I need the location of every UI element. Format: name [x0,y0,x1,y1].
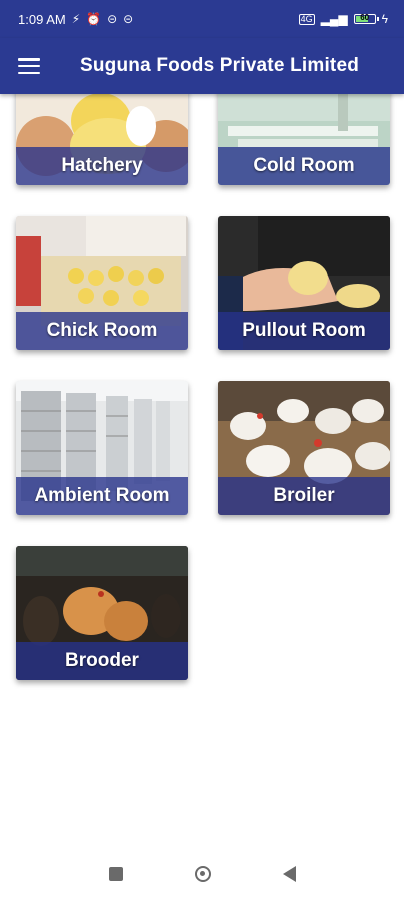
square-icon[interactable] [108,867,123,881]
room-grid: Hatchery Cold Room Chick Room Pullout Ro… [0,94,404,834]
circle-icon[interactable] [194,866,211,882]
card-broiler[interactable]: Broiler [218,381,390,515]
status-left: 1:09 AM ⚡ ⏰ ⊝ ⊝ [18,12,133,27]
battery-icon: 60 [353,13,379,24]
card-label: Broiler [218,477,390,515]
alarm-icon: ⏰ [86,12,102,26]
card-label: Chick Room [16,312,188,350]
card-label: Hatchery [16,147,188,185]
card-label: Ambient Room [16,477,188,515]
card-brooder[interactable]: Brooder [16,546,188,680]
card-label: Brooder [16,642,188,680]
data-icon: ⊝ [123,12,134,26]
status-right: 4G ▂▄▆ 60 ϟ [298,12,388,26]
status-bar: 1:09 AM ⚡ ⏰ ⊝ ⊝ 4G ▂▄▆ 60 ϟ [0,0,404,38]
data-icon: ⊝ [107,12,118,26]
signal-icon: ▂▄▆ [320,12,348,26]
charging-icon: ϟ [381,12,388,26]
card-hatchery[interactable]: Hatchery [16,94,188,185]
network-type: 4G [298,13,315,25]
app-title: Suguna Foods Private Limited [80,55,360,76]
triangle-back-icon[interactable] [282,866,296,882]
vpn-icon: ⚡ [71,12,81,26]
card-label: Cold Room [218,147,390,185]
status-time: 1:09 AM [18,11,66,27]
system-nav-bar [0,848,404,900]
app-bar: Suguna Foods Private Limited [0,38,404,94]
menu-icon[interactable] [18,58,40,74]
card-label: Pullout Room [218,312,390,350]
battery-level: 60 [360,13,370,22]
card-chick-room[interactable]: Chick Room [16,216,188,350]
card-pullout-room[interactable]: Pullout Room [218,216,390,350]
card-ambient-room[interactable]: Ambient Room [16,381,188,515]
card-cold-room[interactable]: Cold Room [218,94,390,185]
